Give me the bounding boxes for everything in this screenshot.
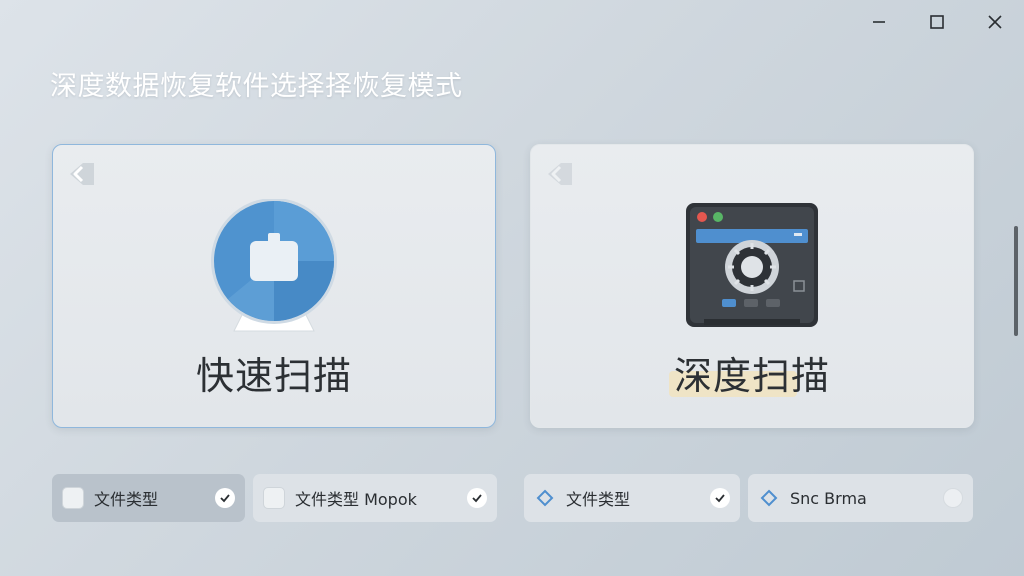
quick-scan-disk-icon: [208, 198, 340, 339]
option-file-type-1[interactable]: 文件类型: [52, 474, 245, 522]
option-snc-brma[interactable]: Snc Brma: [748, 474, 973, 522]
checkbox-icon: [62, 487, 84, 509]
check-icon: [215, 488, 235, 508]
option-label: 文件类型: [566, 490, 631, 509]
back-arrow-icon: [545, 161, 575, 191]
minimize-button[interactable]: [850, 0, 908, 44]
scrollbar-thumb[interactable]: [1014, 226, 1018, 336]
app-window: 深度数据恢复软件选择择恢复模式 快速扫描 深度扫描 文件类型 文件类型 Mopo…: [0, 0, 1024, 576]
option-file-type-2[interactable]: 文件类型 Mopok: [253, 474, 497, 522]
back-arrow-icon: [67, 161, 97, 191]
title-bar: [850, 0, 1024, 44]
deep-scan-label: 深度扫描: [531, 345, 973, 400]
quick-scan-label: 快速扫描: [195, 354, 352, 398]
minimize-icon: [873, 21, 885, 23]
close-icon: [988, 15, 1002, 29]
maximize-icon: [930, 15, 944, 29]
deep-scan-safe-icon: [682, 199, 822, 333]
checkbox-icon: [263, 487, 285, 509]
option-file-type-3[interactable]: 文件类型: [524, 474, 740, 522]
deep-scan-label-text: 深度扫描: [673, 354, 830, 398]
option-label: 文件类型: [94, 490, 159, 509]
check-icon: [467, 488, 487, 508]
quick-scan-card[interactable]: 快速扫描: [52, 144, 496, 428]
option-label: Snc Brma: [790, 488, 867, 508]
close-button[interactable]: [966, 0, 1024, 44]
check-icon: [710, 488, 730, 508]
radio-icon: [943, 488, 963, 508]
maximize-button[interactable]: [908, 0, 966, 44]
deep-scan-card[interactable]: 深度扫描: [530, 144, 974, 428]
page-title: 深度数据恢复软件选择择恢复模式: [50, 71, 463, 102]
diamond-icon: [758, 487, 780, 509]
option-label: 文件类型 Mopok: [295, 490, 417, 509]
diamond-icon: [534, 487, 556, 509]
